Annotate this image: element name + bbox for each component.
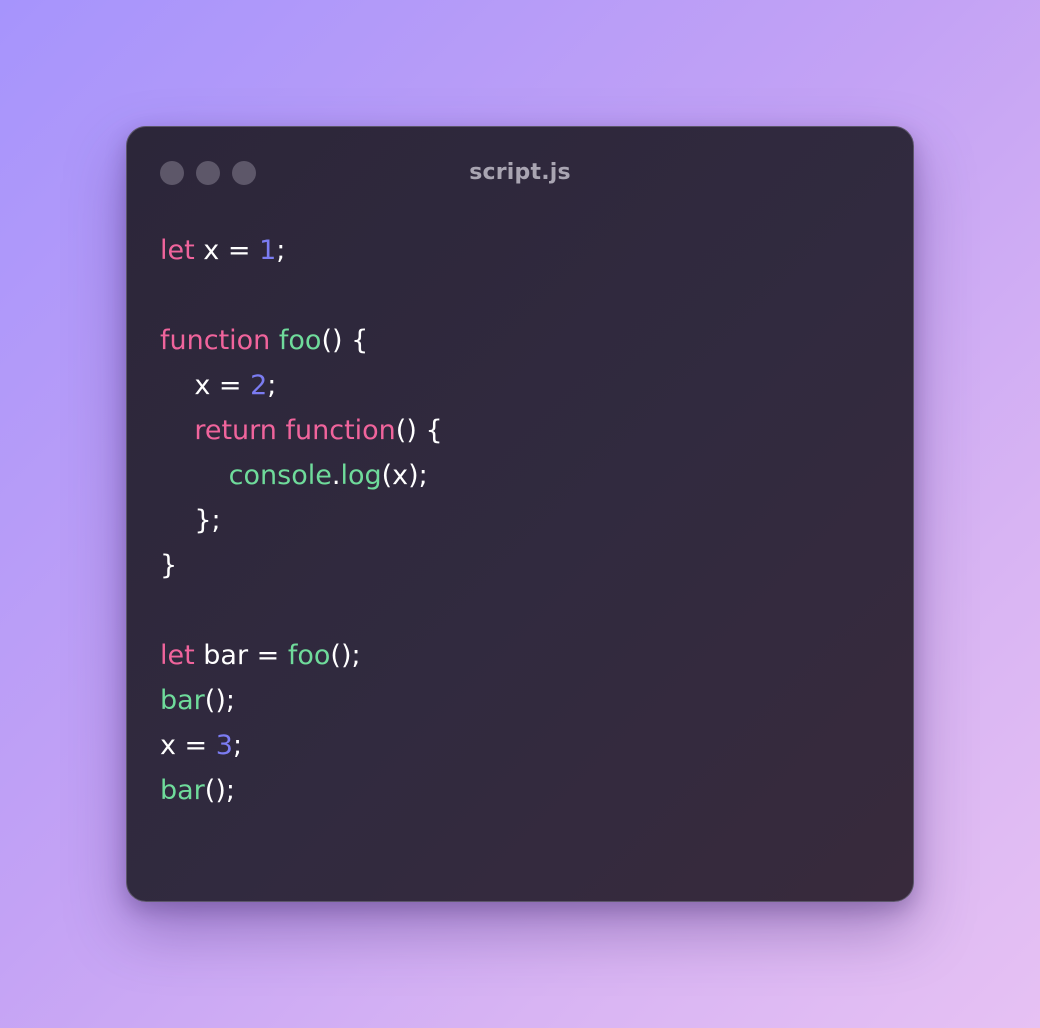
- code-window: script.js let x = 1; function foo() { x =…: [126, 126, 914, 902]
- code-token: () {: [395, 415, 443, 446]
- code-token: };: [160, 505, 221, 536]
- code-token: console: [228, 460, 332, 491]
- code-token: 1: [259, 235, 277, 266]
- code-token: ;: [232, 730, 243, 761]
- code-token: ();: [204, 775, 235, 806]
- code-token: bar =: [194, 640, 288, 671]
- code-token: return: [194, 415, 277, 446]
- window-titlebar: script.js: [127, 127, 913, 219]
- code-line: let x = 1;: [160, 228, 893, 273]
- code-token: ;: [276, 235, 286, 266]
- file-title: script.js: [469, 160, 571, 185]
- code-token: }: [160, 550, 178, 581]
- code-line: x = 2;: [160, 363, 893, 408]
- code-token: ();: [330, 640, 361, 671]
- code-line: return function() {: [160, 408, 893, 453]
- code-token: (x);: [381, 460, 428, 491]
- code-token: () {: [321, 325, 369, 356]
- code-token: function: [160, 325, 271, 356]
- code-token: let: [160, 640, 195, 671]
- code-token: 3: [215, 730, 233, 761]
- code-token: foo: [287, 640, 331, 671]
- code-line: x = 3;: [160, 723, 893, 768]
- code-line: }: [160, 543, 893, 588]
- code-token: 2: [250, 370, 268, 401]
- code-line: bar();: [160, 678, 893, 723]
- code-token: x =: [194, 235, 260, 266]
- code-block: let x = 1; function foo() { x = 2; return…: [160, 228, 893, 813]
- code-token: log: [340, 460, 382, 491]
- code-token: ();: [204, 685, 235, 716]
- code-line: bar();: [160, 768, 893, 813]
- code-token: x =: [160, 730, 216, 761]
- code-token: ;: [267, 370, 277, 401]
- code-token: bar: [160, 775, 205, 806]
- code-token: foo: [278, 325, 322, 356]
- code-token: function: [285, 415, 396, 446]
- code-line: console.log(x);: [160, 453, 893, 498]
- code-token: let: [160, 235, 195, 266]
- code-line: let bar = foo();: [160, 633, 893, 678]
- code-line: function foo() {: [160, 318, 893, 363]
- code-token: bar: [160, 685, 205, 716]
- code-line: };: [160, 498, 893, 543]
- code-token: x =: [160, 370, 251, 401]
